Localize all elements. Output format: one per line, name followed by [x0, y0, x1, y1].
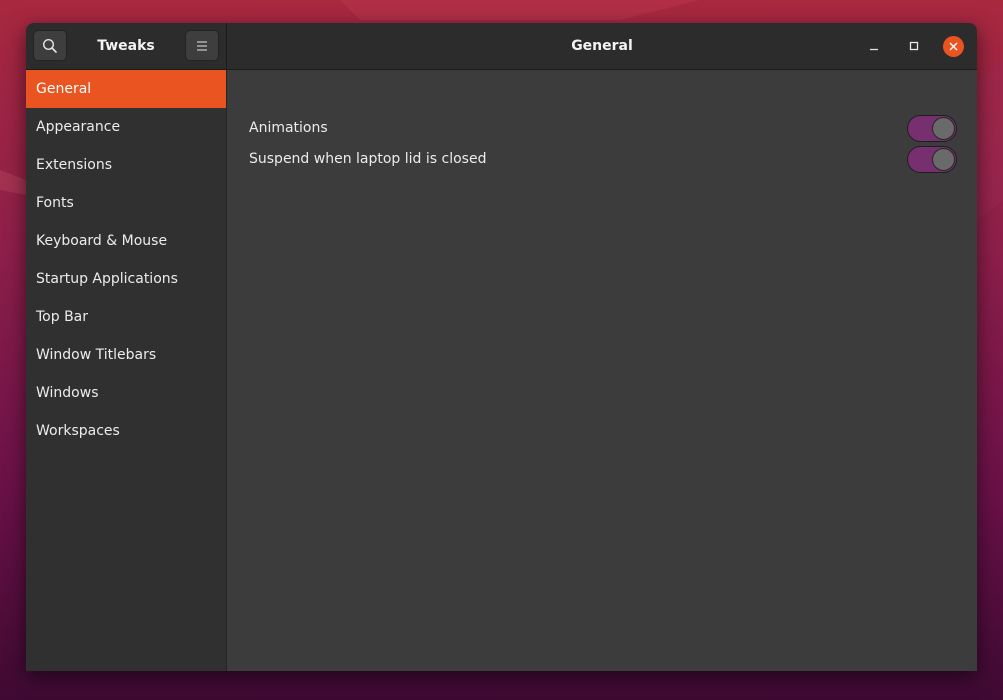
settings-panel: Animations Suspend when laptop lid is cl… [227, 70, 977, 671]
app-title: Tweaks [97, 38, 155, 54]
sidebar-item-window-titlebars[interactable]: Window Titlebars [26, 336, 226, 374]
suspend-lid-toggle[interactable] [907, 146, 957, 173]
sidebar-item-startup-applications[interactable]: Startup Applications [26, 260, 226, 298]
sidebar-item-appearance[interactable]: Appearance [26, 108, 226, 146]
animations-label: Animations [249, 120, 328, 136]
search-icon [42, 38, 57, 53]
search-button[interactable] [33, 30, 67, 61]
minimize-icon [870, 48, 878, 51]
sidebar-item-fonts[interactable]: Fonts [26, 184, 226, 222]
sidebar-item-windows[interactable]: Windows [26, 374, 226, 412]
toggle-knob [932, 148, 955, 171]
animations-row: Animations [249, 113, 957, 144]
menu-button[interactable] [185, 30, 219, 61]
hamburger-menu-icon [197, 41, 207, 50]
header-bar: Tweaks General [26, 23, 977, 70]
sidebar-item-keyboard-mouse[interactable]: Keyboard & Mouse [26, 222, 226, 260]
toggle-knob [932, 117, 955, 140]
animations-toggle[interactable] [907, 115, 957, 142]
sidebar-item-extensions[interactable]: Extensions [26, 146, 226, 184]
sidebar-item-general[interactable]: General [26, 70, 226, 108]
minimize-button[interactable] [862, 34, 886, 58]
sidebar-item-top-bar[interactable]: Top Bar [26, 298, 226, 336]
sidebar: General Appearance Extensions Fonts Keyb… [26, 70, 227, 671]
close-icon [949, 42, 958, 51]
sidebar-item-workspaces[interactable]: Workspaces [26, 412, 226, 450]
suspend-lid-row: Suspend when laptop lid is closed [249, 144, 957, 175]
suspend-lid-label: Suspend when laptop lid is closed [249, 151, 487, 167]
close-button[interactable] [943, 36, 964, 57]
header-left-pane: Tweaks [26, 23, 227, 69]
maximize-button[interactable] [902, 34, 926, 58]
maximize-icon [909, 41, 919, 51]
tweaks-window: Tweaks General General Appearance Extens… [26, 23, 977, 671]
